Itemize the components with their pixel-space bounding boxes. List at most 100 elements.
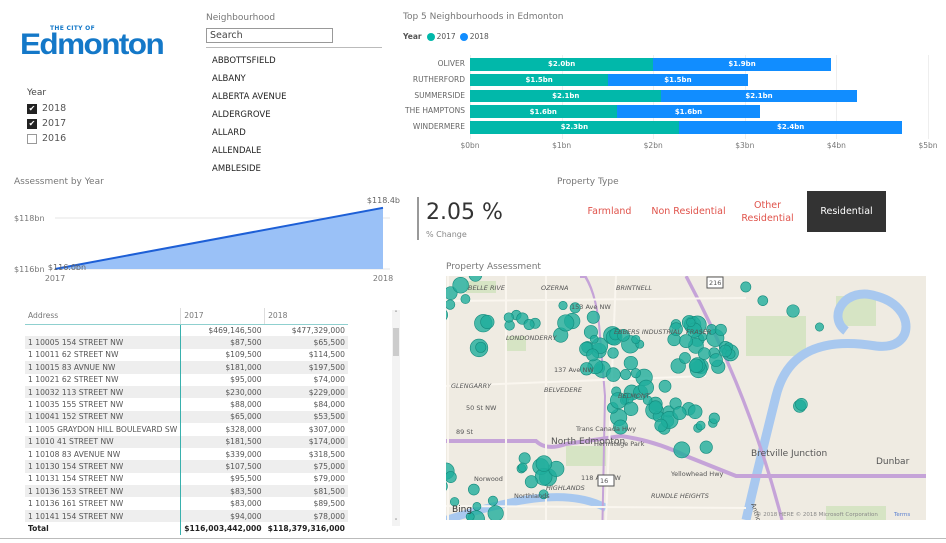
table-row[interactable]: 1 10130 154 STREET NW $107,500 $75,000	[25, 460, 348, 473]
property-type-other-residential[interactable]: Other Residential	[728, 191, 807, 232]
neighbourhood-item[interactable]: ABBOTTSFIELD	[212, 56, 276, 66]
year-checkbox-2018[interactable]: ✔ 2018	[27, 103, 66, 114]
table-row[interactable]: $469,146,500 $477,329,000	[25, 324, 348, 337]
property-bubble[interactable]	[503, 312, 514, 323]
scroll-up-icon[interactable]: ˄	[392, 310, 400, 318]
table-row[interactable]: 1 10021 62 STREET NW $95,000 $74,000	[25, 373, 348, 386]
property-bubble[interactable]	[623, 401, 639, 416]
property-bubble[interactable]	[658, 379, 672, 393]
table-row[interactable]: 1 10141 154 STREET NW $94,000 $78,000	[25, 509, 348, 523]
property-bubble[interactable]	[709, 353, 723, 367]
bar-2018[interactable]: $2.4bn	[678, 121, 903, 134]
table-row[interactable]: 1 10108 83 AVENUE NW $339,000 $318,500	[25, 447, 348, 461]
property-bubble[interactable]	[517, 462, 528, 473]
neighbourhood-search-input[interactable]: Search	[206, 28, 333, 43]
property-bubble[interactable]	[452, 277, 469, 294]
scroll-down-icon[interactable]: ˅	[392, 518, 400, 526]
bar-2017[interactable]: $2.0bn	[470, 58, 654, 71]
property-bubble[interactable]	[688, 358, 704, 373]
property-bubble[interactable]	[487, 505, 504, 520]
property-map[interactable]: BELLE RIVE OZERNA BRINTNELL 153 Ave NW LONDO…	[446, 276, 926, 520]
property-bubble[interactable]	[475, 341, 487, 353]
property-bubble[interactable]	[672, 406, 687, 421]
property-bubble[interactable]	[446, 471, 457, 484]
property-bubble[interactable]	[487, 495, 498, 506]
property-bubble[interactable]	[535, 455, 553, 472]
property-bubble[interactable]	[586, 348, 599, 362]
table-row[interactable]: 1 10005 154 STREET NW $87,500 $65,500	[25, 336, 348, 349]
table-row[interactable]: 1 10041 152 STREET NW $65,000 $53,500	[25, 410, 348, 424]
property-bubble[interactable]	[631, 334, 641, 344]
checkbox-checked-icon[interactable]: ✔	[27, 118, 37, 129]
property-type-farmland[interactable]: Farmland	[570, 191, 649, 232]
neighbourhood-item[interactable]: ALDERGROVE	[212, 110, 271, 120]
table-row[interactable]: 1 10035 155 STREET NW $88,000 $84,000	[25, 398, 348, 411]
checkbox-empty-icon[interactable]	[27, 133, 37, 144]
property-bubble[interactable]	[740, 281, 752, 293]
property-bubble[interactable]	[757, 295, 769, 306]
property-bubble[interactable]	[815, 322, 824, 332]
bar-2017[interactable]: $1.5bn	[470, 73, 609, 87]
property-type-residential[interactable]: Residential	[807, 191, 886, 232]
bar-2018[interactable]: $1.5bn	[608, 73, 748, 87]
table-row[interactable]: 1 10136 153 STREET NW $83,500 $81,500	[25, 485, 348, 498]
table-row[interactable]: 1 10015 83 AVNUE NW $181,000 $197,500	[25, 361, 348, 374]
property-bubble[interactable]	[686, 317, 696, 327]
bar-2018[interactable]: $2.1bn	[661, 89, 857, 103]
property-bubble[interactable]	[719, 344, 732, 358]
bar-2018[interactable]: $1.6bn	[616, 105, 761, 118]
table-row[interactable]: 1 1010 41 STREET NW $181,500 $174,000	[25, 435, 348, 448]
col-2018[interactable]: 2018	[264, 308, 348, 325]
scroll-thumb[interactable]	[393, 328, 399, 356]
property-bubble[interactable]	[468, 483, 480, 496]
bar-2017[interactable]: $2.1bn	[470, 89, 662, 103]
property-bubble[interactable]	[620, 369, 632, 380]
property-bubble[interactable]	[586, 310, 600, 324]
property-bubble[interactable]	[630, 368, 641, 379]
year-checkbox-2016[interactable]: 2016	[27, 133, 66, 144]
table-row[interactable]: 1 10131 154 STREET NW $95,500 $79,000	[25, 472, 348, 486]
property-bubble[interactable]	[472, 501, 482, 511]
property-bubble[interactable]	[708, 412, 720, 424]
property-bubble[interactable]	[654, 418, 668, 432]
property-bubble[interactable]	[699, 440, 713, 454]
table-row[interactable]: 1 10032 113 STREET NW $230,000 $229,000	[25, 385, 348, 399]
bar-2018[interactable]: $1.9bn	[653, 58, 831, 71]
property-bubble[interactable]	[687, 404, 703, 420]
neighbourhood-item[interactable]: ALBERTA AVENUE	[212, 92, 287, 102]
property-bubble[interactable]	[557, 314, 575, 332]
property-bubble[interactable]	[673, 441, 691, 459]
property-bubble[interactable]	[523, 319, 535, 331]
year-checkbox-2017[interactable]: ✔ 2017	[27, 118, 66, 129]
property-bubble[interactable]	[589, 334, 599, 344]
checkbox-checked-icon[interactable]: ✔	[27, 103, 37, 114]
property-bubble[interactable]	[679, 334, 693, 348]
property-bubble[interactable]	[446, 299, 456, 310]
col-2017[interactable]: 2017	[180, 308, 265, 325]
table-row[interactable]: 1 10011 62 STREET NW $109,500 $114,500	[25, 348, 348, 362]
neighbourhood-item[interactable]: ALBANY	[212, 74, 246, 84]
neighbourhood-item[interactable]: ALLENDALE	[212, 146, 261, 156]
property-bubble[interactable]	[558, 300, 568, 311]
map-terms-link[interactable]: Terms	[893, 512, 910, 518]
property-bubble[interactable]	[623, 355, 638, 371]
property-bubble[interactable]	[606, 367, 621, 382]
property-bubble[interactable]	[795, 398, 808, 411]
property-bubble[interactable]	[607, 347, 619, 359]
table-row[interactable]: 1 10136 161 STREET NW $83,000 $89,500	[25, 497, 348, 510]
property-bubble[interactable]	[714, 323, 727, 336]
property-bubble[interactable]	[695, 420, 706, 431]
property-bubble[interactable]	[679, 352, 691, 364]
legend-2017[interactable]: 2017	[437, 32, 456, 41]
property-bubble[interactable]	[524, 475, 538, 489]
property-bubble[interactable]	[518, 452, 531, 465]
property-bubble[interactable]	[786, 304, 800, 318]
property-bubble[interactable]	[480, 314, 495, 330]
bar-2017[interactable]: $2.3bn	[470, 121, 679, 134]
col-address[interactable]: Address	[25, 308, 181, 325]
property-bubble[interactable]	[460, 294, 471, 304]
neighbourhood-item[interactable]: AMBLESIDE	[212, 164, 261, 174]
legend-2018[interactable]: 2018	[470, 32, 489, 41]
bar-2017[interactable]: $1.6bn	[470, 105, 617, 118]
table-scrollbar[interactable]: ˄ ˅	[392, 310, 400, 526]
